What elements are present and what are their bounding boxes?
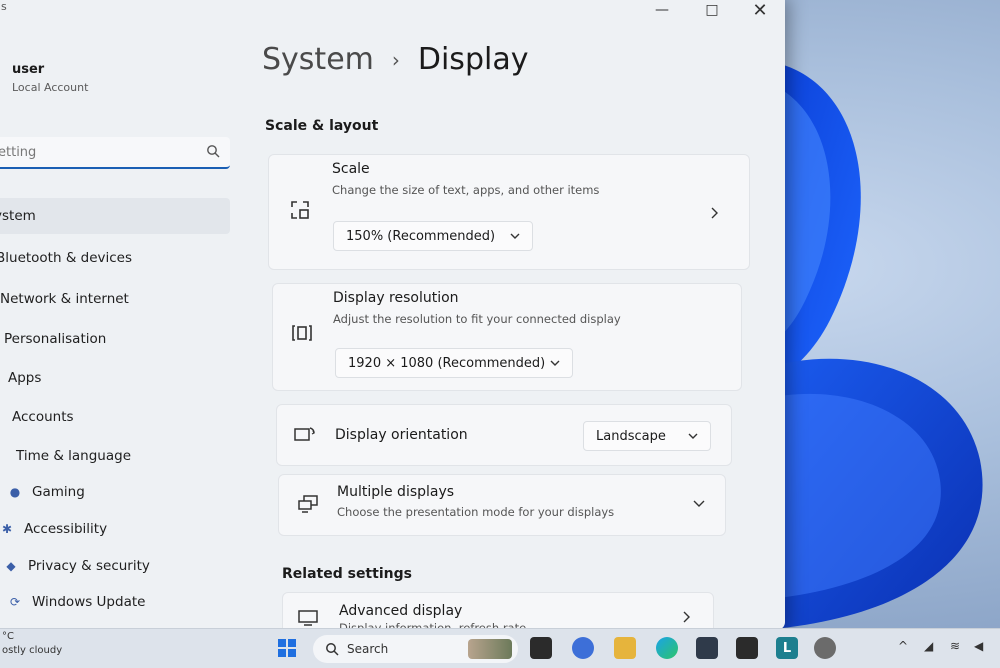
sidebar-item-system[interactable]: ystem xyxy=(0,198,230,234)
sidebar-item-label: Accessibility xyxy=(24,521,108,537)
section-title-related-settings: Related settings xyxy=(282,566,412,582)
sidebar-item-windows-update[interactable]: ⟳ Windows Update xyxy=(0,584,230,620)
chat-icon[interactable] xyxy=(572,637,594,659)
sidebar-item-label: Windows Update xyxy=(32,594,146,610)
sidebar-item-time-language[interactable]: Time & language xyxy=(0,438,230,474)
resolution-card[interactable]: Display resolution Adjust the resolution… xyxy=(272,283,742,391)
sidebar-item-label: Bluetooth & devices xyxy=(0,250,133,266)
gaming-icon: ● xyxy=(9,485,21,499)
orientation-card: Display orientation Landscape xyxy=(276,404,732,466)
resolution-dropdown[interactable]: 1920 × 1080 (Recommended) xyxy=(335,348,573,378)
search-highlight-icon xyxy=(468,639,512,659)
sidebar-item-bluetooth[interactable]: Bluetooth & devices xyxy=(0,240,230,276)
resolution-icon xyxy=(292,325,312,341)
settings-gear-icon[interactable] xyxy=(814,637,836,659)
scale-title: Scale xyxy=(332,161,370,177)
advanced-display-card[interactable]: Advanced display Display information, re… xyxy=(282,592,714,630)
orientation-value: Landscape xyxy=(596,428,666,444)
weather-temperature[interactable]: °C xyxy=(2,631,14,642)
chevron-right-icon xyxy=(711,207,718,219)
start-icon[interactable] xyxy=(276,637,298,659)
chevron-down-icon xyxy=(688,433,698,439)
breadcrumb-separator-icon: › xyxy=(391,47,400,72)
sidebar-item-label: Gaming xyxy=(32,484,85,500)
sidebar-item-label: Privacy & security xyxy=(28,558,150,574)
sidebar-item-label: ystem xyxy=(0,208,36,224)
taskbar-search[interactable]: Search xyxy=(313,635,518,663)
sidebar-item-apps[interactable]: Apps xyxy=(0,360,230,396)
scale-icon xyxy=(291,201,309,219)
scale-subtitle: Change the size of text, apps, and other… xyxy=(332,183,600,197)
breadcrumb: System › Display xyxy=(262,42,528,77)
file-explorer-icon[interactable] xyxy=(614,637,636,659)
search-icon xyxy=(207,145,220,158)
multiple-displays-subtitle: Choose the presentation mode for your di… xyxy=(337,505,615,519)
volume-icon[interactable]: ◀ xyxy=(974,639,996,661)
weather-description[interactable]: ostly cloudy xyxy=(2,645,62,656)
store-icon[interactable] xyxy=(696,637,718,659)
update-icon: ⟳ xyxy=(9,595,21,609)
sidebar-item-accessibility[interactable]: ✱ Accessibility xyxy=(0,511,230,547)
task-view-icon[interactable] xyxy=(530,637,552,659)
scale-dropdown[interactable]: 150% (Recommended) xyxy=(333,221,533,251)
title-bar: gs — □ ✕ xyxy=(0,0,785,28)
minimize-button[interactable]: — xyxy=(650,0,674,20)
sidebar-item-personalisation[interactable]: Personalisation xyxy=(0,321,230,357)
sidebar-item-label: Network & internet xyxy=(0,291,129,307)
pinned-app-l-icon[interactable]: L xyxy=(776,637,798,659)
sidebar-item-label: Time & language xyxy=(16,448,132,464)
maximize-button[interactable]: □ xyxy=(700,0,724,20)
multiple-displays-icon xyxy=(298,495,318,513)
app-title: gs xyxy=(0,0,7,13)
scale-card[interactable]: Scale Change the size of text, apps, and… xyxy=(268,154,750,270)
chevron-down-icon xyxy=(550,360,560,366)
sidebar-item-accounts[interactable]: Accounts xyxy=(0,399,230,435)
sidebar-item-privacy[interactable]: ◆ Privacy & security xyxy=(0,548,230,584)
scale-value: 150% (Recommended) xyxy=(346,228,496,244)
search-icon xyxy=(326,643,339,656)
sidebar-item-label: Apps xyxy=(8,370,42,386)
sidebar-item-network[interactable]: Network & internet xyxy=(0,281,230,317)
page-title: Display xyxy=(417,42,529,77)
breadcrumb-parent[interactable]: System xyxy=(262,42,374,77)
advanced-display-title: Advanced display xyxy=(339,603,463,619)
chevron-up-icon[interactable]: ^ xyxy=(898,639,920,661)
resolution-subtitle: Adjust the resolution to fit your connec… xyxy=(333,312,621,326)
resolution-value: 1920 × 1080 (Recommended) xyxy=(348,355,546,371)
edge-browser-icon[interactable] xyxy=(656,637,678,659)
chevron-right-icon xyxy=(683,611,690,623)
orientation-dropdown[interactable]: Landscape xyxy=(583,421,711,451)
resolution-title: Display resolution xyxy=(333,290,459,306)
multiple-displays-title: Multiple displays xyxy=(337,484,455,500)
taskbar: °C ostly cloudy Search L ^ ◢ ≋ ◀ xyxy=(0,628,1000,668)
sidebar-item-gaming[interactable]: ● Gaming xyxy=(0,474,230,510)
network-icon[interactable]: ◢ xyxy=(924,639,946,661)
account-type: Local Account xyxy=(12,81,89,94)
orientation-title: Display orientation xyxy=(335,427,468,443)
search-input[interactable]: etting xyxy=(0,137,230,169)
taskbar-search-label: Search xyxy=(347,642,389,656)
user-name: user xyxy=(12,62,45,77)
settings-window: gs — □ ✕ user Local Account etting ystem… xyxy=(0,0,785,630)
section-title-scale-layout: Scale & layout xyxy=(265,118,379,134)
orientation-icon xyxy=(294,427,315,441)
wifi-icon[interactable]: ≋ xyxy=(950,639,972,661)
search-placeholder: etting xyxy=(0,145,37,160)
monitor-icon xyxy=(298,610,318,626)
sidebar-item-label: Accounts xyxy=(12,409,74,425)
accessibility-icon: ✱ xyxy=(1,522,13,536)
app-icon[interactable] xyxy=(736,637,758,659)
chevron-down-icon xyxy=(693,500,705,507)
close-button[interactable]: ✕ xyxy=(748,0,772,21)
multiple-displays-card[interactable]: Multiple displays Choose the presentatio… xyxy=(278,474,726,536)
shield-icon: ◆ xyxy=(6,559,16,573)
user-profile[interactable]: user Local Account xyxy=(12,62,88,94)
chevron-down-icon xyxy=(510,233,520,239)
sidebar-item-label: Personalisation xyxy=(4,331,107,347)
